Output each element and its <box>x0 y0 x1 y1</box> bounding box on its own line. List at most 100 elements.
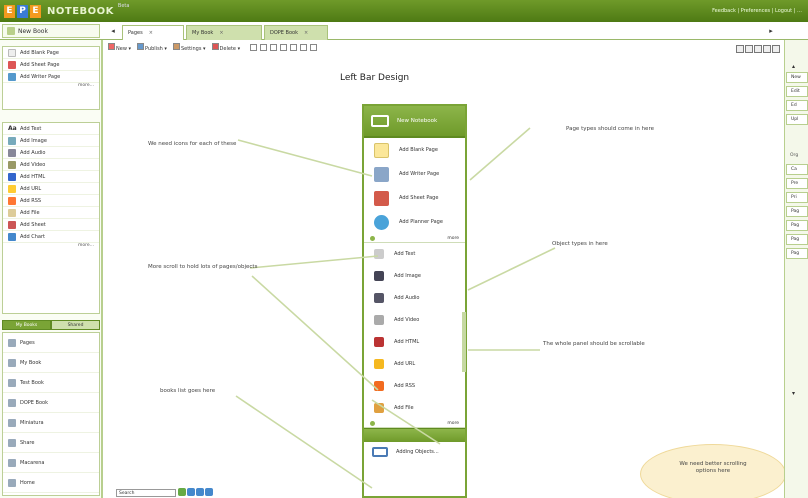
right-button[interactable]: Pag <box>786 220 808 231</box>
mockup-pages-more[interactable]: more <box>364 234 465 242</box>
right-button[interactable]: Edit <box>786 86 808 97</box>
right-button[interactable]: New <box>786 72 808 83</box>
tab-dope-book[interactable]: DOPE Book × <box>264 25 328 40</box>
book-item[interactable]: Home <box>3 473 99 493</box>
undo-icon[interactable] <box>290 43 298 51</box>
right-button[interactable]: Pag <box>786 206 808 217</box>
paste-icon[interactable] <box>270 43 278 51</box>
book-item[interactable]: Test Book <box>3 373 99 393</box>
sidebar-item-url[interactable]: Add URL <box>3 183 99 195</box>
sidebar-item-rss[interactable]: Add RSS <box>3 195 99 207</box>
audio-icon <box>374 293 384 303</box>
format-tools[interactable] <box>250 43 318 51</box>
right-button[interactable]: Ed <box>786 100 808 111</box>
collapse-icon[interactable]: ▴ <box>792 63 795 70</box>
mockup-item-image[interactable]: Add Image <box>364 265 465 287</box>
copy-icon[interactable] <box>260 43 268 51</box>
objects-more-link[interactable]: more... <box>3 243 99 253</box>
toolbar-new[interactable]: New ▾ <box>108 42 131 52</box>
book-item[interactable]: My Book <box>3 353 99 373</box>
note-books: books list goes here <box>160 388 216 394</box>
tab-pages[interactable]: Pages × <box>122 25 184 40</box>
cut-icon[interactable] <box>250 43 258 51</box>
right-button[interactable]: Upl <box>786 114 808 125</box>
search-input[interactable]: Search <box>116 489 176 497</box>
pages-more-link[interactable]: more... <box>3 83 99 93</box>
book-item[interactable]: Share <box>3 433 99 453</box>
link-icon[interactable] <box>310 43 318 51</box>
view-4-icon[interactable] <box>763 45 771 53</box>
toolbar-publish[interactable]: Publish ▾ <box>137 42 167 52</box>
toolbar-delete[interactable]: Delete ▾ <box>211 42 240 52</box>
close-icon[interactable]: × <box>149 30 153 36</box>
right-button[interactable]: Pre <box>786 178 808 189</box>
chart-icon <box>8 232 16 241</box>
tab-scroll-left-icon[interactable]: ◂ <box>108 26 118 36</box>
close-icon[interactable]: × <box>304 30 308 36</box>
redo-icon[interactable] <box>300 43 308 51</box>
toolbar-settings[interactable]: Settings ▾ <box>172 42 206 52</box>
sidebar-item-sheet-page[interactable]: Add Sheet Page <box>3 59 99 71</box>
tab-shared[interactable]: Shared <box>51 320 100 330</box>
sidebar-item-image[interactable]: Add Image <box>3 135 99 147</box>
mockup-scrollbar[interactable] <box>462 312 466 372</box>
sidebar-item-blank-page[interactable]: Add Blank Page <box>3 47 99 59</box>
mockup-page-types: Add Blank Page Add Writer Page Add Sheet… <box>364 138 465 243</box>
mockup-item-writer-page[interactable]: Add Writer Page <box>364 162 465 186</box>
book-icon <box>7 27 15 35</box>
toolbar: New ▾ Publish ▾ Settings ▾ Delete ▾ <box>104 40 784 54</box>
book-item[interactable]: Macarena <box>3 453 99 473</box>
mockup-item-video[interactable]: Add Video <box>364 309 465 331</box>
close-icon[interactable]: × <box>219 30 223 36</box>
sidebar-item-writer-page[interactable]: Add Writer Page <box>3 71 99 83</box>
sidebar-item-sheet[interactable]: Add Sheet <box>3 219 99 231</box>
app-logo[interactable]: E P E NOTEBOOK Beta <box>4 3 129 19</box>
right-button[interactable]: Ca <box>786 164 808 175</box>
video-icon <box>8 160 16 169</box>
mockup-item-url[interactable]: Add URL <box>364 353 465 375</box>
tab-my-book[interactable]: My Book × <box>186 25 262 40</box>
next-icon[interactable] <box>196 488 204 496</box>
expand-down-icon[interactable]: ▾ <box>792 390 795 397</box>
notebook-icon <box>371 115 389 127</box>
mockup-item-blank-page[interactable]: Add Blank Page <box>364 138 465 162</box>
prev-icon[interactable] <box>187 488 195 496</box>
sidebar-item-video[interactable]: Add Video <box>3 159 99 171</box>
view-1-icon[interactable] <box>736 45 744 53</box>
tab-my-books[interactable]: My Books <box>2 320 51 330</box>
book-item[interactable]: Miniatura <box>3 413 99 433</box>
new-book-button[interactable]: New Book <box>2 24 100 38</box>
mockup-item-html[interactable]: Add HTML <box>364 331 465 353</box>
image-icon <box>8 136 16 145</box>
tab-scroll-right-icon[interactable]: ▸ <box>766 26 776 36</box>
sidebar-item-html[interactable]: Add HTML <box>3 171 99 183</box>
book-item[interactable]: DOPE Book <box>3 393 99 413</box>
sidebar-item-audio[interactable]: Add Audio <box>3 147 99 159</box>
mockup-item-rss[interactable]: Add RSS <box>364 375 465 397</box>
planner-page-icon <box>374 214 389 230</box>
sidebar-item-text[interactable]: Aa Add Text <box>3 123 99 135</box>
right-button[interactable]: Pag <box>786 234 808 245</box>
page-types-panel: Add Blank Page Add Sheet Page Add Writer… <box>2 46 100 110</box>
mockup-item-text[interactable]: Add Text <box>364 243 465 265</box>
mockup-header[interactable]: New Notebook <box>364 106 465 138</box>
file-icon <box>8 208 16 217</box>
sidebar-item-file[interactable]: Add File <box>3 207 99 219</box>
mockup-item-file[interactable]: Add File <box>364 397 465 419</box>
view-2-icon[interactable] <box>745 45 753 53</box>
mockup-footer[interactable]: Adding Objects... <box>364 442 465 462</box>
refresh-icon[interactable] <box>205 488 213 496</box>
mockup-item-sheet-page[interactable]: Add Sheet Page <box>364 186 465 210</box>
right-button[interactable]: Pri <box>786 192 808 203</box>
mockup-item-planner-page[interactable]: Add Planner Page <box>364 210 465 234</box>
mockup-item-audio[interactable]: Add Audio <box>364 287 465 309</box>
mockup-objects-more[interactable]: more <box>364 419 465 427</box>
book-item[interactable]: Pages <box>3 333 99 353</box>
account-links[interactable]: Feedback | Preferences | Logout | … <box>712 8 802 14</box>
sidebar-item-chart[interactable]: Add Chart <box>3 231 99 243</box>
print-icon[interactable] <box>280 43 288 51</box>
view-5-icon[interactable] <box>772 45 780 53</box>
right-button[interactable]: Pag <box>786 248 808 259</box>
search-icon[interactable] <box>178 488 186 496</box>
view-3-icon[interactable] <box>754 45 762 53</box>
